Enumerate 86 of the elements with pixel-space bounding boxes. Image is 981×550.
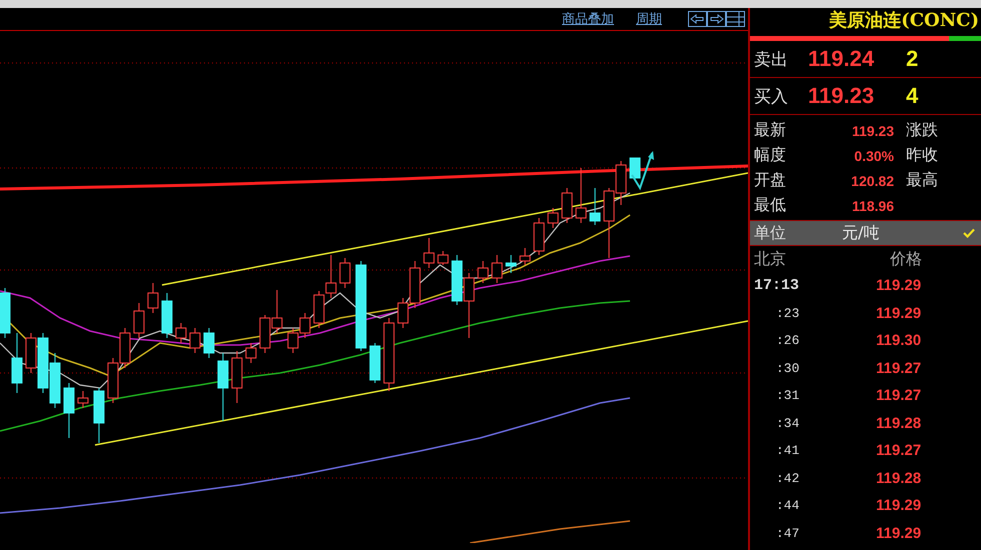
candlestick <box>326 254 336 298</box>
candlestick <box>12 332 22 394</box>
column-header: 价格 <box>890 248 922 270</box>
tick-time: :31 <box>775 388 800 404</box>
candlestick <box>134 302 144 338</box>
candlestick <box>190 328 200 354</box>
tick-price: 119.29 <box>876 304 922 322</box>
stat-label: 幅度 <box>754 145 787 166</box>
candlestick <box>0 288 10 338</box>
tick-price: 119.28 <box>876 470 922 487</box>
tick-price: 119.27 <box>876 387 922 404</box>
candlestick <box>94 388 104 444</box>
candlestick <box>108 358 118 404</box>
stat-value: 0.30% <box>853 148 894 164</box>
candlestick <box>232 350 242 404</box>
order-volume: 4 <box>906 83 918 109</box>
candlestick <box>78 390 88 408</box>
tick-time: :44 <box>775 498 800 514</box>
candlestick <box>204 328 214 358</box>
tick-price: 119.28 <box>876 414 922 432</box>
chart-link[interactable]: 周期 <box>636 10 662 28</box>
tick-time: :47 <box>775 526 800 541</box>
candlestick <box>300 312 310 338</box>
stat-label: 开盘 <box>754 170 787 191</box>
candlestick <box>630 158 640 178</box>
stat-label: 最新 <box>754 120 787 141</box>
stat-label: 昨收 <box>906 145 938 166</box>
stat-label: 最低 <box>754 195 787 216</box>
tick-price: 119.27 <box>876 360 922 377</box>
candlestick <box>562 188 572 224</box>
candlestick <box>438 250 448 266</box>
candlestick <box>478 260 488 284</box>
candlestick <box>548 208 558 228</box>
order-label: 买入 <box>754 86 789 108</box>
candlestick <box>50 352 60 408</box>
candlestick <box>176 322 186 344</box>
stat-value: 120.82 <box>850 172 894 188</box>
candlestick <box>288 328 298 354</box>
tick-time: :41 <box>775 443 800 458</box>
order-price: 119.24 <box>808 46 876 72</box>
candlestick <box>218 352 228 422</box>
order-price: 119.23 <box>808 83 876 109</box>
candlestick <box>506 254 516 274</box>
unit-row[interactable]: 单位 元/吨 <box>750 221 981 246</box>
unit-value: 元/吨 <box>842 222 880 244</box>
stat-value: 119.23 <box>850 122 894 138</box>
tick-time: :23 <box>775 306 800 321</box>
candlestick <box>246 342 256 364</box>
zigzag-arrow <box>631 151 654 190</box>
order-volume: 2 <box>906 46 918 72</box>
tick-price: 119.29 <box>876 277 922 294</box>
candlestick <box>492 254 502 284</box>
tick-price: 119.29 <box>876 497 922 514</box>
unit-label: 单位 <box>754 222 787 244</box>
candlestick <box>534 218 544 256</box>
candlestick <box>370 342 380 384</box>
stat-label: 最高 <box>906 170 938 191</box>
navigation-icons-drawing[interactable] <box>688 11 746 27</box>
candlestick <box>424 238 434 268</box>
candlestick <box>576 168 586 224</box>
tick-time: :26 <box>775 333 800 348</box>
tick-price: 119.30 <box>876 332 922 350</box>
candlestick <box>120 328 130 368</box>
tick-time: 17:13 <box>754 277 800 294</box>
tick-time: :42 <box>775 470 800 486</box>
stat-value: 118.96 <box>850 198 894 214</box>
chart-link[interactable]: 商品叠加 <box>562 10 614 28</box>
tick-time: :34 <box>775 416 800 431</box>
instrument-title: 美原油连(CONC) <box>828 9 980 33</box>
candlestick <box>520 248 530 266</box>
stat-label: 涨跌 <box>906 120 938 141</box>
candlestick <box>452 254 462 306</box>
tick-price: 119.27 <box>876 442 922 460</box>
tick-price: 119.29 <box>876 524 922 542</box>
candlestick <box>260 314 270 354</box>
tick-time: :30 <box>775 360 800 376</box>
column-header: 北京 <box>754 248 787 270</box>
order-label: 卖出 <box>754 48 789 70</box>
candlestick <box>314 290 324 328</box>
candlestick <box>272 290 282 334</box>
candlestick <box>64 382 74 438</box>
candlestick <box>590 188 600 226</box>
candlestick <box>162 292 172 338</box>
candlestick <box>340 258 350 288</box>
candlestick <box>464 272 474 338</box>
candlestick <box>148 282 158 314</box>
